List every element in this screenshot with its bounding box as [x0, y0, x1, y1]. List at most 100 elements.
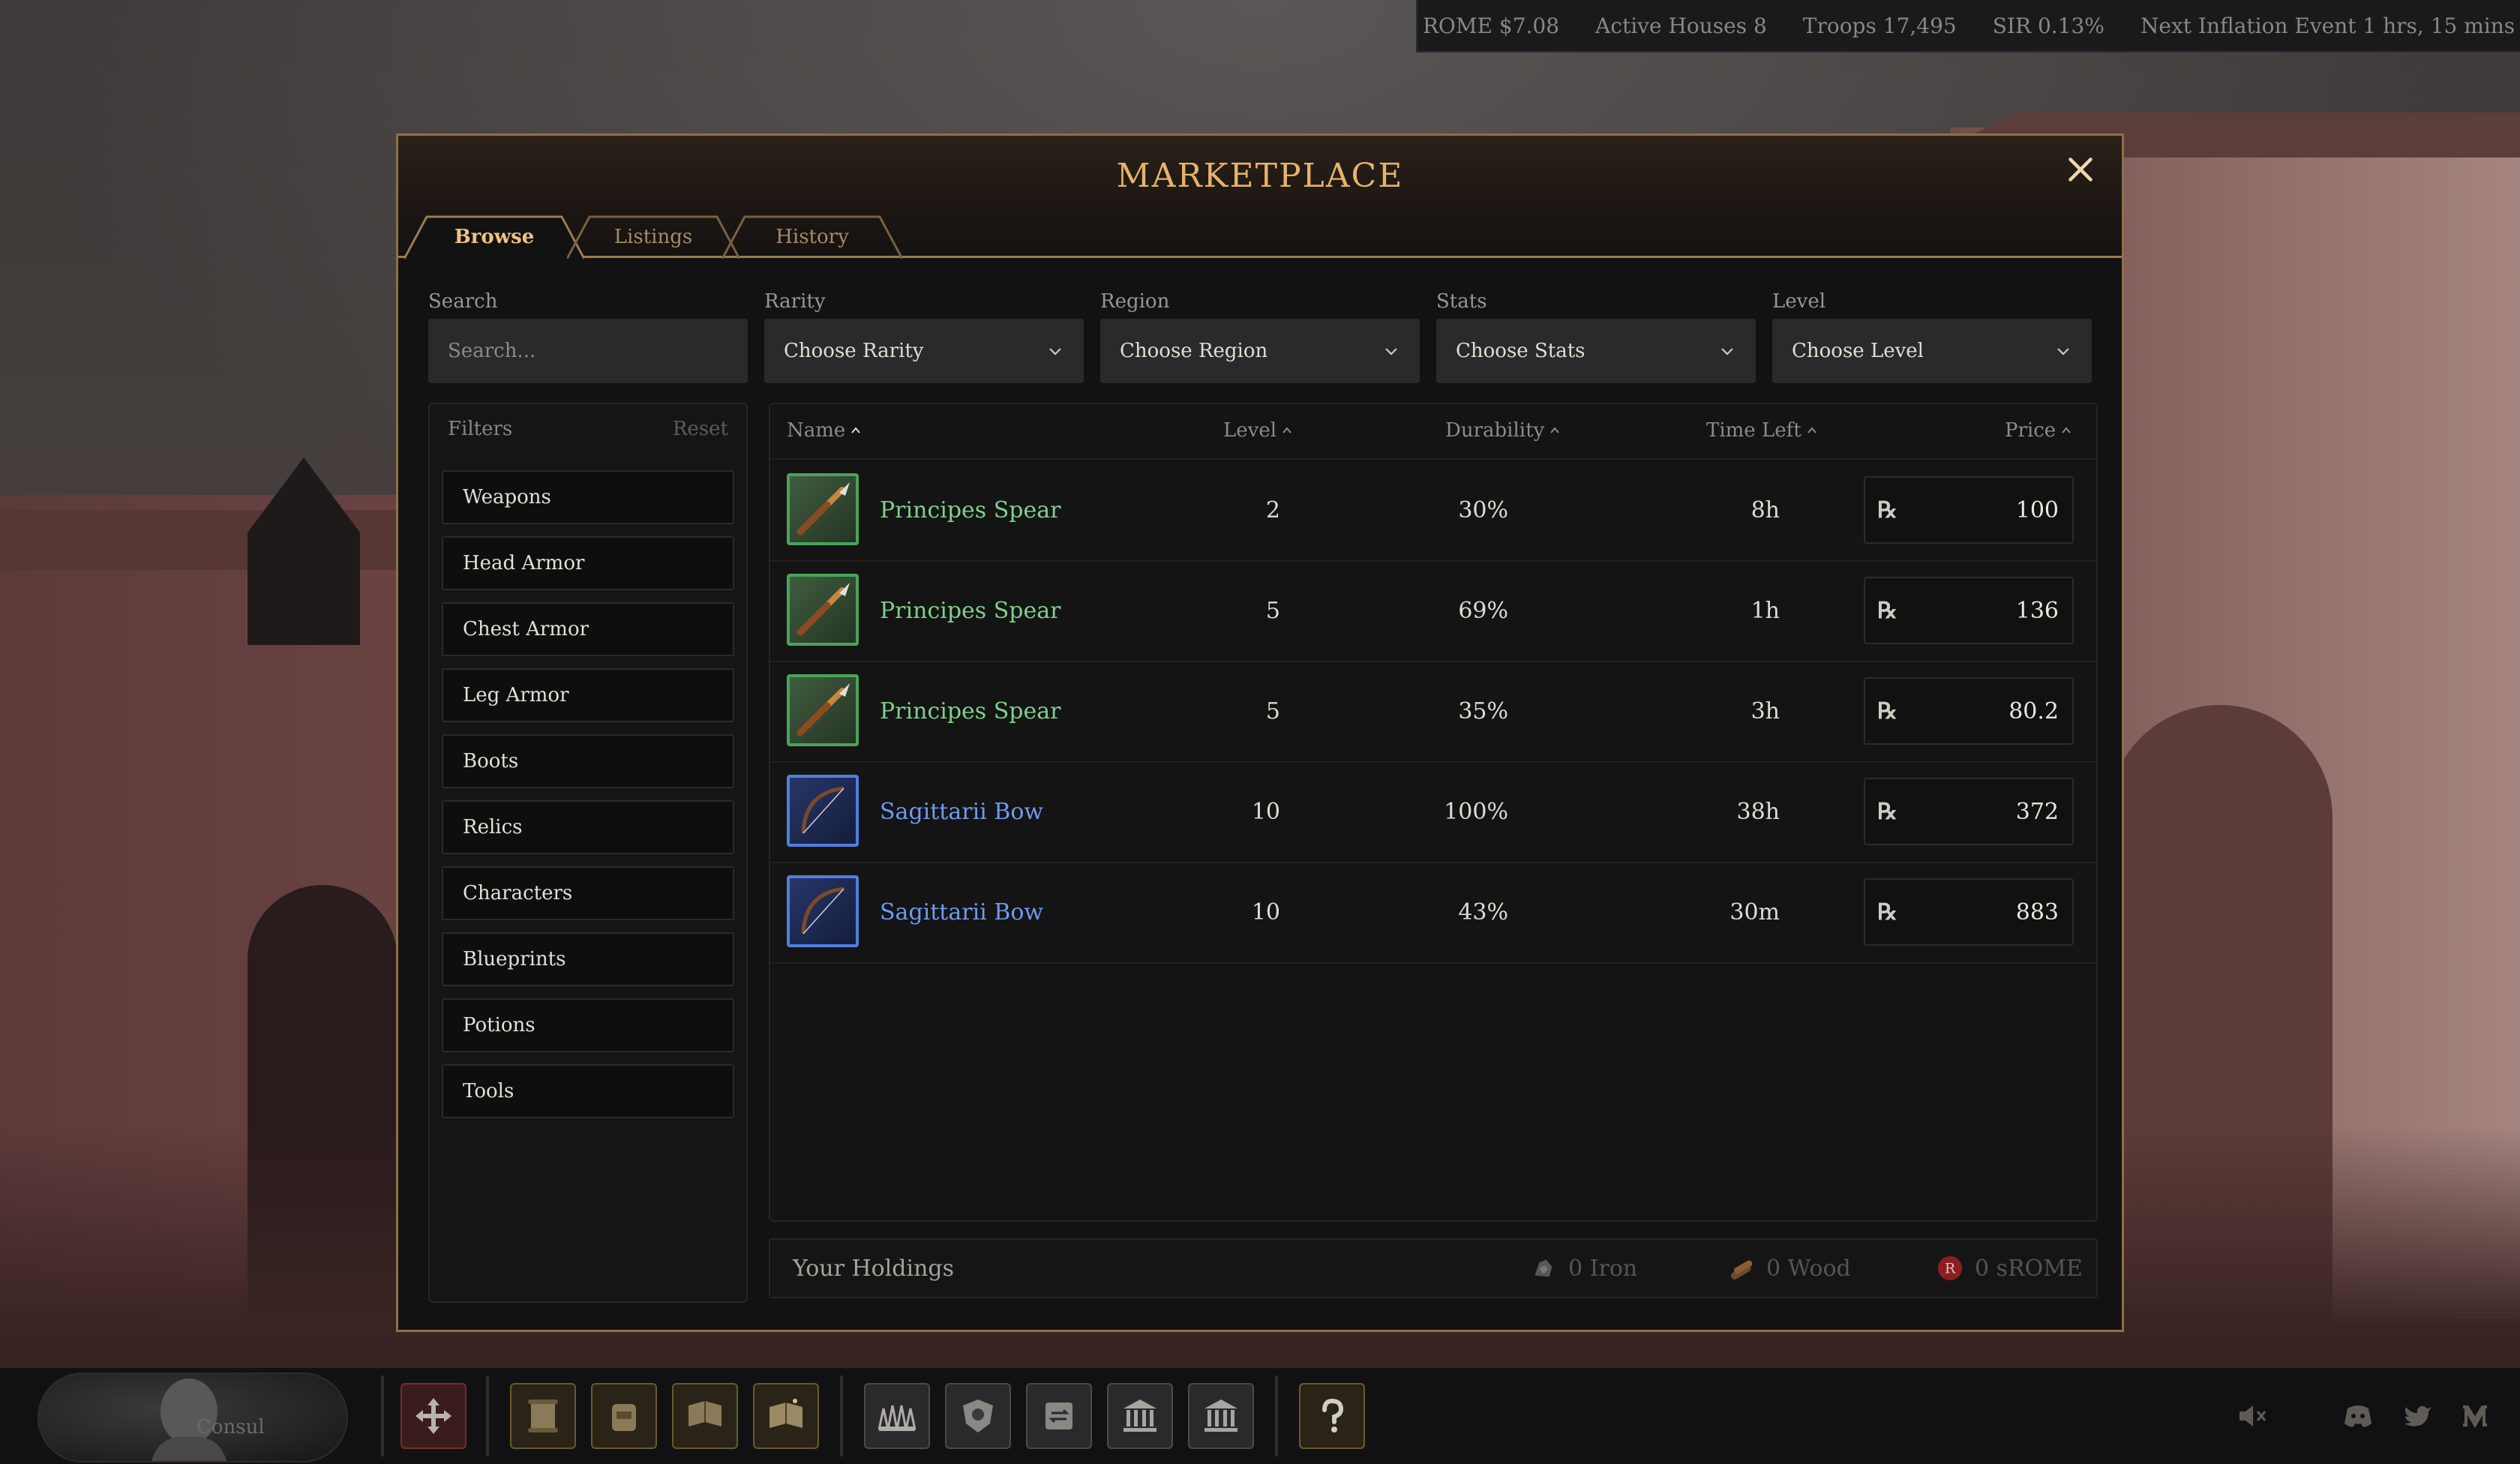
table-row[interactable]: Principes Spear 2 30% 8h ℞ 100 — [770, 460, 2096, 562]
exchange-button[interactable] — [1026, 1383, 1092, 1449]
price-box: ℞ 372 — [1864, 778, 2074, 845]
category-head-armor[interactable]: Head Armor — [442, 536, 734, 590]
temple-icon — [1124, 1400, 1156, 1432]
tab-browse[interactable]: Browse — [404, 215, 584, 259]
rarity-label: Rarity — [764, 290, 826, 313]
item-level: 5 — [1265, 698, 1280, 724]
rome-coin-icon: ℞ — [1877, 597, 1898, 624]
item-name: Sagittarii Bow — [880, 898, 1044, 926]
item-durability: 35% — [1458, 698, 1508, 724]
help-button[interactable] — [1299, 1383, 1365, 1449]
region-select[interactable]: Choose Region — [1100, 319, 1420, 383]
iron-icon — [1534, 1259, 1552, 1277]
tab-listings[interactable]: Listings — [567, 215, 740, 259]
item-price: 136 — [2015, 597, 2059, 624]
table-row[interactable]: Principes Spear 5 35% 3h ℞ 80.2 — [770, 661, 2096, 763]
table-row[interactable]: Principes Spear 5 69% 1h ℞ 136 — [770, 560, 2096, 662]
bow-icon — [801, 786, 844, 834]
chevron-down-icon — [1718, 342, 1736, 360]
item-thumbnail — [787, 473, 859, 545]
iron-amount: 0 Iron — [1568, 1255, 1638, 1282]
active-houses: Active Houses 8 — [1595, 13, 1767, 38]
item-price: 80.2 — [2008, 698, 2059, 724]
codex-button[interactable] — [753, 1383, 819, 1449]
rarity-value: Choose Rarity — [784, 340, 924, 362]
item-price: 100 — [2015, 496, 2059, 524]
item-time-left: 30m — [1730, 898, 1780, 926]
item-time-left: 8h — [1750, 496, 1780, 524]
level-select[interactable]: Choose Level — [1772, 319, 2092, 383]
sort-durability-header[interactable]: Durability — [1445, 419, 1561, 442]
senate-button[interactable] — [1107, 1383, 1173, 1449]
category-boots[interactable]: Boots — [442, 734, 734, 788]
holdings-bar: Your Holdings 0 Iron 0 Wood R 0 sROME — [769, 1238, 2098, 1298]
sort-up-icon — [2062, 427, 2071, 434]
tab-history[interactable]: History — [722, 215, 902, 259]
price-box: ℞ 136 — [1864, 577, 2074, 644]
search-input[interactable]: Search... — [428, 319, 748, 383]
player-portrait[interactable]: Consul — [38, 1372, 348, 1462]
svg-text:R: R — [1945, 1261, 1956, 1277]
sort-time-left-header[interactable]: Time Left — [1706, 419, 1818, 442]
item-time-left: 1h — [1750, 597, 1780, 624]
move-button[interactable] — [400, 1383, 466, 1449]
item-level: 10 — [1251, 898, 1280, 926]
header-level: Level — [1223, 419, 1277, 442]
category-potions[interactable]: Potions — [442, 998, 734, 1052]
inflation-timer: Next Inflation Event 1 hrs, 15 mins — [2140, 13, 2516, 38]
spear-icon — [796, 482, 850, 536]
category-weapons[interactable]: Weapons — [442, 470, 734, 524]
twitter-button[interactable] — [2396, 1394, 2440, 1438]
discord-icon — [2344, 1406, 2372, 1427]
medium-icon — [2463, 1404, 2487, 1428]
category-blueprints[interactable]: Blueprints — [442, 932, 734, 986]
tab-label: Browse — [454, 226, 535, 248]
sir-rate: SIR 0.13% — [1992, 13, 2104, 38]
item-durability: 69% — [1458, 597, 1508, 624]
chevron-down-icon — [2054, 342, 2072, 360]
reset-filters-button[interactable]: Reset — [673, 418, 728, 440]
category-tools[interactable]: Tools — [442, 1064, 734, 1118]
quests-button[interactable] — [510, 1383, 576, 1449]
level-value: Choose Level — [1792, 340, 1924, 362]
item-durability: 43% — [1458, 898, 1508, 926]
item-name: Sagittarii Bow — [880, 798, 1044, 825]
category-chest-armor[interactable]: Chest Armor — [442, 602, 734, 656]
sort-level-header[interactable]: Level — [1223, 419, 1293, 442]
treasury-button[interactable] — [1188, 1383, 1254, 1449]
item-thumbnail — [787, 775, 859, 847]
inventory-button[interactable] — [591, 1383, 657, 1449]
spear-icon — [796, 683, 850, 736]
sort-price-header[interactable]: Price — [2005, 419, 2072, 442]
close-button[interactable] — [2060, 149, 2101, 190]
houses-button[interactable] — [945, 1383, 1011, 1449]
category-leg-armor[interactable]: Leg Armor — [442, 668, 734, 722]
book-icon — [688, 1401, 722, 1426]
medium-button[interactable] — [2452, 1394, 2498, 1438]
spellbook-button[interactable] — [672, 1383, 738, 1449]
item-thumbnail — [787, 574, 859, 646]
stats-select[interactable]: Choose Stats — [1436, 319, 1756, 383]
price-box: ℞ 80.2 — [1864, 677, 2074, 745]
backpack-icon — [612, 1404, 636, 1431]
rarity-select[interactable]: Choose Rarity — [764, 319, 1084, 383]
table-row[interactable]: Sagittarii Bow 10 100% 38h ℞ 372 — [770, 761, 2096, 863]
sort-name-header[interactable]: Name — [787, 419, 862, 442]
rome-coin-icon: ℞ — [1877, 698, 1898, 724]
sort-up-icon — [1550, 427, 1560, 434]
mute-button[interactable] — [2229, 1394, 2274, 1438]
question-mark-icon — [1322, 1398, 1344, 1432]
army-button[interactable] — [864, 1383, 930, 1449]
category-relics[interactable]: Relics — [442, 800, 734, 854]
rome-coin-icon: ℞ — [1877, 496, 1898, 524]
category-characters[interactable]: Characters — [442, 866, 734, 920]
table-row[interactable]: Sagittarii Bow 10 43% 30m ℞ 883 — [770, 862, 2096, 964]
filters-title: Filters — [448, 418, 513, 440]
exchange-icon — [1046, 1402, 1072, 1430]
tab-label: Listings — [614, 226, 693, 248]
price-box: ℞ 100 — [1864, 476, 2074, 544]
bar-divider — [381, 1376, 384, 1456]
sort-up-icon — [1282, 427, 1292, 434]
region-value: Choose Region — [1120, 340, 1268, 362]
discord-button[interactable] — [2336, 1394, 2380, 1438]
